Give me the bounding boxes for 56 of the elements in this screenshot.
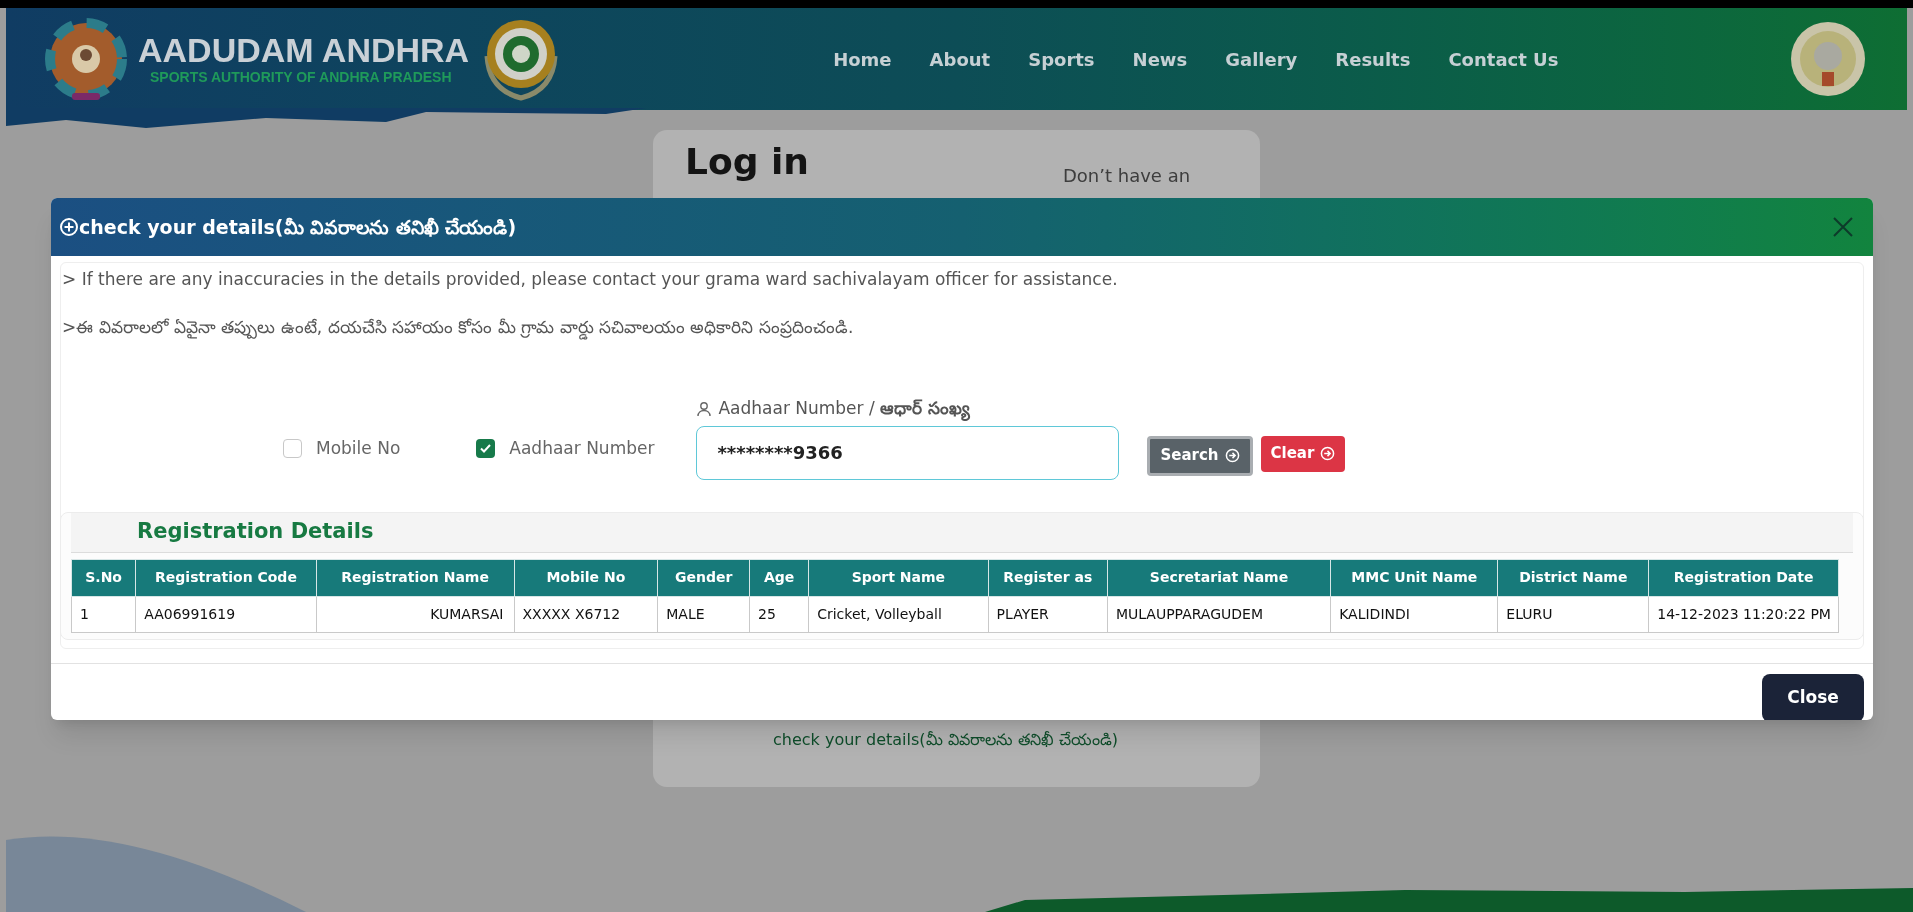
modal-title: check your details(మీ వివరాలను తనిఖీ చేయండి) [79, 214, 517, 240]
column-header: District Name [1497, 559, 1649, 596]
column-header: Registration Code [135, 559, 317, 596]
sports-emblem-icon [44, 17, 128, 101]
table-cell: Cricket, Volleyball [808, 596, 989, 632]
table-cell: ELURU [1497, 596, 1649, 632]
plus-circle-icon [59, 217, 79, 237]
search-button[interactable]: Search [1147, 435, 1253, 476]
nav-link[interactable]: Contact Us [1448, 45, 1559, 73]
arrow-circle-icon [1320, 446, 1336, 461]
column-header: Gender [657, 559, 750, 596]
table-cell: MULAUPPARAGUDEM [1107, 596, 1331, 632]
column-header: Mobile No [514, 559, 658, 596]
nav-link[interactable]: Home [833, 45, 892, 73]
field-label: Aadhaar Number / ఆధార్ సంఖ్య [718, 396, 971, 422]
table-cell: KALIDINDI [1330, 596, 1498, 632]
table-cell: 25 [749, 596, 809, 632]
arrow-circle-icon [1224, 448, 1240, 463]
note-text: >ఈ వివరాలలో ఏవైనా తప్పులు ఉంటే, దయచేసి సహాయం కోసం మీ గ్రామ వార్డు సచివాలయం అధికారిని సంప్రదించండి. [62, 314, 1863, 340]
site-subtitle: SPORTS AUTHORITY OF ANDHRA PRADESH [149, 68, 453, 86]
column-header: Age [749, 559, 809, 596]
table-cell: XXXXX X6712 [514, 596, 658, 632]
table-cell: PLAYER [988, 596, 1108, 632]
column-header: Register as [988, 559, 1108, 596]
table-cell: AA06991619 [135, 596, 317, 632]
section-title: Registration Details [137, 518, 374, 545]
user-icon [696, 400, 713, 417]
checkbox[interactable] [283, 439, 302, 459]
nav-link[interactable]: Sports [1028, 45, 1095, 73]
column-header: MMC Unit Name [1330, 559, 1498, 596]
note-text: > If there are any inaccuracies in the details provided, please contact your grama ward sachivalayam officer for assistance. [62, 268, 1119, 291]
column-header: Registration Name [316, 559, 514, 596]
table-cell: KUMARSAI [316, 596, 514, 632]
nav-link[interactable]: About [929, 45, 991, 73]
nav-link[interactable]: Gallery [1225, 45, 1298, 73]
signup-prompt: Don’t have an [1063, 164, 1191, 188]
state-emblem-icon [1789, 20, 1867, 98]
check-details-link[interactable]: check your details(మీ వివరాలను తనిఖీ చేయండి) [773, 728, 1119, 752]
site-title: AADUDAM ANDHRA [138, 32, 470, 68]
table-cell: MALE [657, 596, 750, 632]
column-header: Registration Date [1648, 559, 1839, 596]
clear-button[interactable]: Clear [1260, 435, 1346, 472]
aadhaar-input-field[interactable]: ********9366 [696, 425, 1120, 480]
close-button[interactable]: Close [1762, 673, 1864, 720]
nav-link[interactable]: Results [1335, 45, 1411, 73]
checkbox-label: Mobile No [316, 437, 401, 460]
column-header: Secretariat Name [1107, 559, 1331, 596]
login-heading: Log in [685, 140, 809, 184]
column-header: S.No [71, 559, 136, 596]
column-header: Sport Name [808, 559, 989, 596]
close-icon[interactable] [1831, 215, 1855, 239]
checkbox-label: Aadhaar Number [509, 437, 655, 460]
checkbox[interactable] [476, 439, 496, 459]
nav-link[interactable]: News [1132, 45, 1188, 73]
table-cell: 14-12-2023 11:20:22 PM [1648, 596, 1839, 632]
table-cell: 1 [71, 596, 136, 632]
